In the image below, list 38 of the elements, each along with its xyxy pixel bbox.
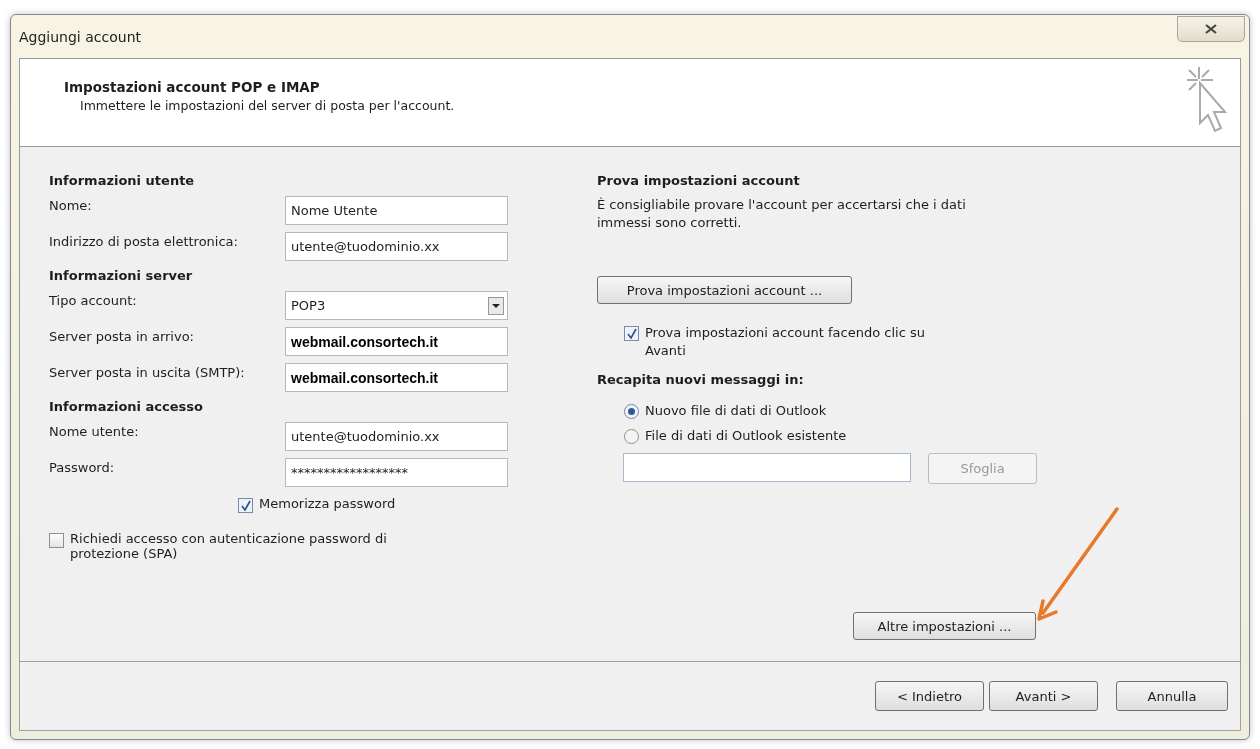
header-subtitle: Immettere le impostazioni del server di posta per l'account. — [79, 98, 455, 113]
input-field[interactable]: utente@tuodominio.xx — [285, 232, 508, 261]
more-settings-button[interactable]: Altre impostazioni ... — [853, 612, 1036, 640]
section-heading: Informazioni utente — [49, 173, 195, 188]
input-field[interactable]: webmail.consortech.it — [285, 327, 508, 356]
header-title: Impostazioni account POP e IMAP — [64, 79, 321, 95]
field-label: Nome: — [49, 197, 93, 213]
section-heading: Informazioni accesso — [49, 399, 203, 414]
radio-option[interactable]: Nuovo file di dati di Outlook — [624, 403, 1057, 419]
footer-button[interactable]: < Indietro — [875, 681, 984, 711]
data-file-path-field[interactable] — [623, 453, 911, 482]
window-title: Aggiungi account — [19, 28, 141, 45]
input-field[interactable]: ****************** — [285, 458, 508, 487]
field-label: Server posta in uscita (SMTP): — [49, 364, 246, 380]
check-icon — [626, 328, 637, 339]
field-label: Indirizzo di posta elettronica: — [49, 233, 239, 249]
input-field[interactable]: utente@tuodominio.xx — [285, 422, 508, 451]
test-settings-button[interactable]: Prova impostazioni account ... — [597, 276, 852, 304]
section-heading: Recapita nuovi messaggi in: — [597, 372, 804, 387]
input-field[interactable]: Nome Utente — [285, 196, 508, 225]
field-label: Password: — [49, 459, 116, 475]
remember-password-checkbox[interactable]: Memorizza password — [238, 496, 579, 513]
section-heading: Prova impostazioni account — [597, 173, 800, 188]
check-icon — [240, 500, 251, 511]
test-on-next-checkbox[interactable]: Prova impostazioni account facendo clic su Avanti — [624, 324, 954, 360]
field-label: Server posta in arrivo: — [49, 328, 195, 344]
field-label: Nome utente: — [49, 423, 140, 439]
description-text: È consigliabile provare l'account per accertarsi che i dati immessi sono corretti. — [597, 196, 967, 232]
footer-button[interactable]: Avanti > — [989, 681, 1098, 711]
footer-button[interactable]: Annulla — [1116, 681, 1228, 711]
close-icon — [1205, 23, 1217, 34]
account-type-dropdown[interactable]: POP3 — [285, 291, 508, 320]
field-label: Tipo account: — [49, 292, 138, 308]
input-field[interactable]: webmail.consortech.it — [285, 363, 508, 392]
section-heading: Informazioni server — [49, 268, 193, 283]
spa-checkbox[interactable]: Richiedi accesso con autenticazione password di protezione (SPA) — [49, 531, 434, 561]
close-button[interactable] — [1177, 15, 1245, 42]
radio-option[interactable]: File di dati di Outlook esistente — [624, 428, 1057, 444]
